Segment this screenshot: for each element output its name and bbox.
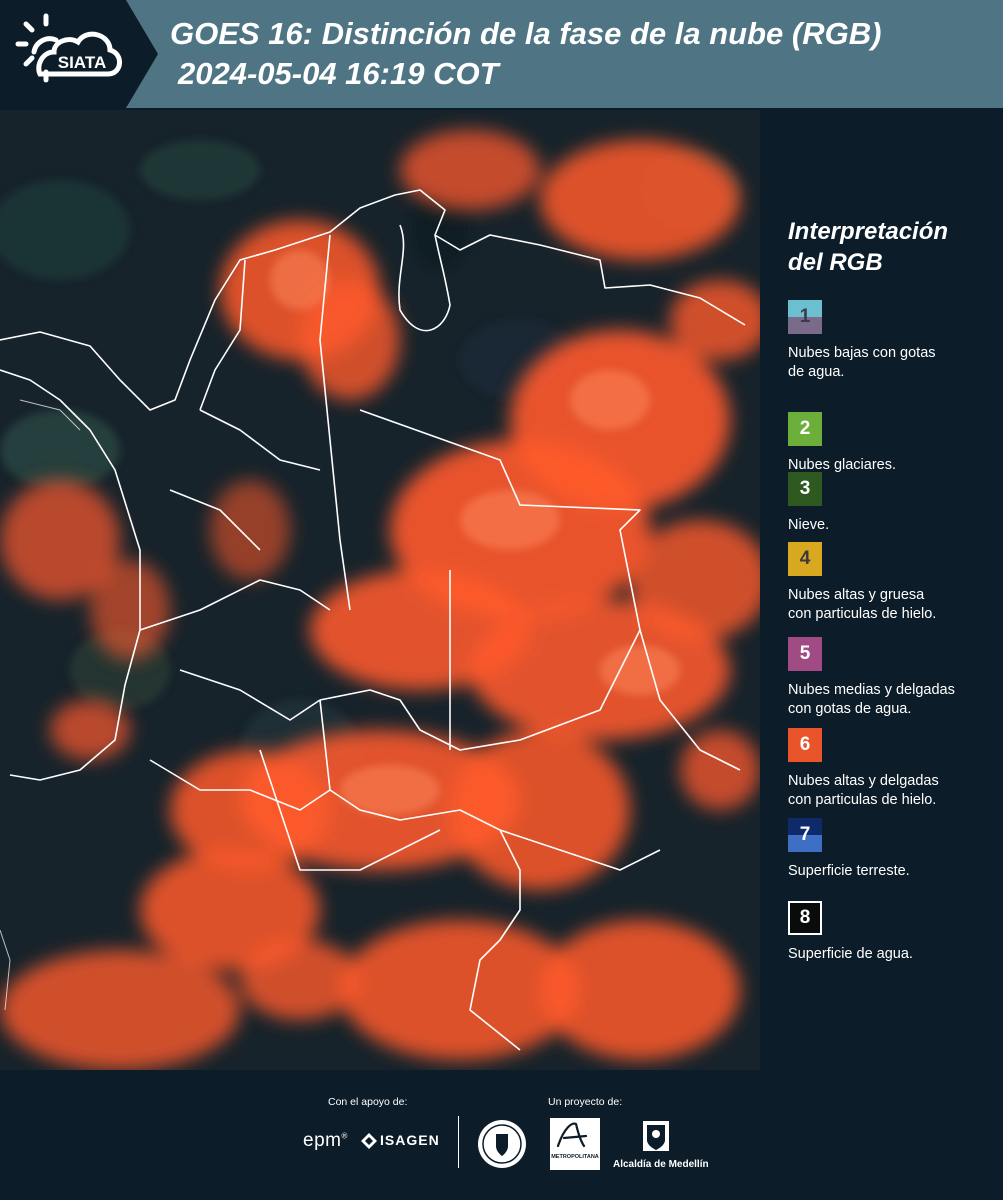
legend-swatch: 6 <box>788 728 822 762</box>
legend-label: Nubes medias y delgadas con gotas de agua… <box>788 681 1000 719</box>
satellite-map-image <box>0 110 760 1070</box>
siata-logo: SIATA <box>15 13 122 83</box>
legend-label-line1: Nubes medias y delgadas <box>788 682 955 698</box>
legend-swatch: 8 <box>788 901 822 935</box>
legend-number: 8 <box>799 907 811 928</box>
legend-label-line1: Nubes altas y gruesa <box>788 587 925 603</box>
legend-number: 5 <box>799 643 811 664</box>
legend-swatch: 3 <box>788 472 822 506</box>
support-caption: Con el apoyo de: <box>328 1096 408 1108</box>
legend-number: 1 <box>799 306 811 327</box>
legend-swatch: 7 <box>788 818 822 852</box>
legend-label: Nubes altas y delgadas con particulas de … <box>788 772 1000 810</box>
legend-label-line2: con particulas de hielo. <box>788 792 937 808</box>
legend-number: 6 <box>799 734 811 755</box>
area-metropolitana-icon <box>556 1122 588 1148</box>
legend-title-line1: Interpretación <box>788 218 949 245</box>
header: SIATA GOES 16: Distinción de la fase de … <box>0 0 1003 108</box>
legend-title: Interpretación del RGB <box>788 216 948 278</box>
legend-number: 3 <box>799 478 811 499</box>
legend-label: Superficie terreste. <box>788 862 1000 881</box>
legend-swatch: 2 <box>788 412 822 446</box>
project-caption: Un proyecto de: <box>548 1096 623 1108</box>
legend-label: Superficie de agua. <box>788 945 1000 964</box>
legend-label-line1: Nubes bajas con gotas <box>788 345 936 361</box>
isagen-logo-icon <box>361 1133 377 1149</box>
legend-title-line2: del RGB <box>788 249 883 276</box>
alcaldia-logo-text: Alcaldía de Medellín <box>613 1159 709 1170</box>
metropolitana-logo-text: METROPOLITANA <box>551 1154 599 1160</box>
legend-label-line1: Nieve. <box>788 517 830 533</box>
page-timestamp: 2024-05-04 16:19 COT <box>178 56 499 91</box>
legend-swatch: 5 <box>788 637 822 671</box>
legend-number: 2 <box>799 418 811 439</box>
legend-label-line1: Nubes glaciares. <box>788 457 896 473</box>
legend-panel: Interpretación del RGB 1 Nubes bajas con … <box>760 110 1003 1070</box>
legend-label-line2: con gotas de agua. <box>788 701 912 717</box>
footer: Con el apoyo de: Un proyecto de: epm® IS… <box>0 1070 1003 1200</box>
siata-logo-text: SIATA <box>58 53 106 72</box>
legend-swatch: 1 <box>788 300 822 334</box>
legend-number: 7 <box>799 824 811 845</box>
epm-logo: epm® <box>303 1130 348 1151</box>
metropolitana-logo: METROPOLITANA <box>550 1118 600 1170</box>
legend-label-line1: Superficie terreste. <box>788 863 910 879</box>
legend-label: Nieve. <box>788 516 1000 535</box>
satellite-map <box>0 110 760 1070</box>
legend-label: Nubes bajas con gotas de agua. <box>788 344 1000 382</box>
legend-label-line2: con particulas de hielo. <box>788 606 937 622</box>
legend-number: 4 <box>799 548 811 569</box>
legend-swatch: 4 <box>788 542 822 576</box>
seal-logo <box>478 1120 526 1168</box>
isagen-logo-text: ISAGEN <box>380 1132 440 1148</box>
footer-divider <box>458 1116 459 1168</box>
legend-label-line2: de agua. <box>788 364 845 380</box>
medellin-coat-of-arms-icon <box>643 1121 669 1151</box>
legend-label: Nubes altas y gruesa con particulas de hi… <box>788 586 1000 624</box>
page-title: GOES 16: Distinción de la fase de la nub… <box>170 16 882 51</box>
legend-label-line1: Superficie de agua. <box>788 946 913 962</box>
legend-label-line1: Nubes altas y delgadas <box>788 773 939 789</box>
